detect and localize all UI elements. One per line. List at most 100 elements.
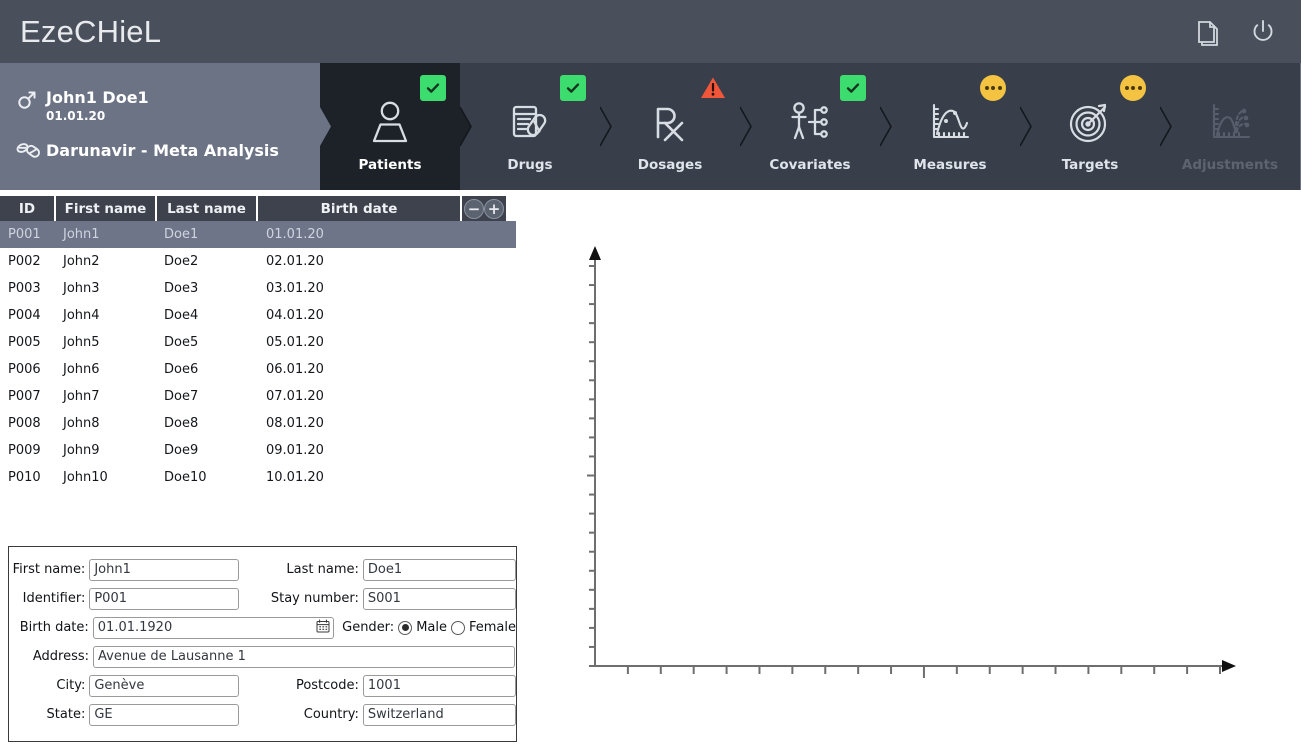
column-header-last-name[interactable]: Last name <box>157 196 258 221</box>
x-axis-arrow <box>1222 660 1236 672</box>
patient-table-actions: − + <box>462 196 506 221</box>
cell-id: P009 <box>8 443 41 458</box>
cell-birth-date: 07.01.20 <box>266 389 324 404</box>
tab-measures[interactable]: Measures <box>880 63 1020 190</box>
status-badge-pending <box>1120 75 1146 101</box>
cell-first-name: John7 <box>63 389 100 404</box>
column-header-id[interactable]: ID <box>0 196 56 221</box>
state-label: State: <box>46 707 86 722</box>
cell-birth-date: 10.01.20 <box>266 470 324 485</box>
calendar-icon[interactable] <box>316 619 330 637</box>
form-row-birth-gender: Birth date: 01.01.1920 Gender: Male Fema… <box>9 613 516 642</box>
tab-label: Covariates <box>769 157 851 173</box>
gender-label: Gender: <box>342 620 395 635</box>
titlebar-actions <box>1191 16 1279 48</box>
copy-icon[interactable] <box>1191 16 1223 48</box>
add-patient-button[interactable]: + <box>484 198 504 219</box>
tab-dosages[interactable]: Dosages <box>600 63 740 190</box>
person-icon <box>361 93 419 151</box>
address-input[interactable]: Avenue de Lausanne 1 <box>93 645 515 668</box>
form-row-names: First name: John1 Last name: Doe1 <box>9 555 516 584</box>
cell-id: P010 <box>8 470 41 485</box>
cell-first-name: John3 <box>63 281 100 296</box>
adjustment-icon <box>1201 93 1259 151</box>
tab-label: Patients <box>358 157 422 173</box>
patient-table-header: ID First name Last name Birth date − + <box>0 196 516 221</box>
cell-birth-date: 03.01.20 <box>266 281 324 296</box>
tab-covariates[interactable]: Covariates <box>740 63 880 190</box>
tab-label: Dosages <box>637 157 703 173</box>
cell-first-name: John4 <box>63 308 100 323</box>
gender-radio-female[interactable] <box>450 620 465 635</box>
tab-drugs[interactable]: Drugs <box>460 63 600 190</box>
remove-patient-button[interactable]: − <box>464 198 484 219</box>
cell-birth-date: 04.01.20 <box>266 308 324 323</box>
cell-id: P005 <box>8 335 41 350</box>
postcode-input[interactable]: 1001 <box>362 674 516 697</box>
table-row[interactable]: P003 John3 Doe3 03.01.20 <box>0 275 516 302</box>
patient-table: ID First name Last name Birth date − + P… <box>0 196 516 491</box>
cell-first-name: John2 <box>63 254 100 269</box>
status-badge-warning <box>700 75 726 101</box>
table-row[interactable]: P007 John7 Doe7 07.01.20 <box>0 383 516 410</box>
column-header-birth-date[interactable]: Birth date <box>258 196 462 221</box>
power-icon[interactable] <box>1247 16 1279 48</box>
form-row-state: State: GE Country: Switzerland <box>9 700 516 729</box>
tab-label: Drugs <box>507 157 553 173</box>
first-name-input[interactable]: John1 <box>89 558 239 581</box>
cell-first-name: John1 <box>63 227 100 242</box>
cell-id: P001 <box>8 227 41 242</box>
gender-group: Gender: Male Female <box>342 620 516 635</box>
postcode-label: Postcode: <box>295 678 359 693</box>
measurement-chart[interactable] <box>560 240 1260 690</box>
cell-first-name: John5 <box>63 335 100 350</box>
target-icon <box>1061 93 1119 151</box>
birth-date-value: 01.01.1920 <box>97 620 173 635</box>
title-bar: EzeCHieL <box>0 0 1301 63</box>
covariate-icon <box>781 93 839 151</box>
identifier-label: Identifier: <box>22 591 86 606</box>
minus-icon: − <box>467 199 481 218</box>
cell-birth-date: 09.01.20 <box>266 443 324 458</box>
last-name-input[interactable]: Doe1 <box>362 558 516 581</box>
identifier-input[interactable]: P001 <box>89 587 239 610</box>
chart-axes <box>594 258 1228 667</box>
ellipsis-icon <box>1124 86 1142 90</box>
table-row[interactable]: P002 John2 Doe2 02.01.20 <box>0 248 516 275</box>
table-row[interactable]: P010 John10 Doe10 10.01.20 <box>0 464 516 491</box>
form-row-ids: Identifier: P001 Stay number: S001 <box>9 584 516 613</box>
column-header-first-name[interactable]: First name <box>56 196 157 221</box>
pills-icon <box>501 93 559 151</box>
table-row[interactable]: P005 John5 Doe5 05.01.20 <box>0 329 516 356</box>
country-input[interactable]: Switzerland <box>362 703 516 726</box>
form-row-city: City: Genève Postcode: 1001 <box>9 671 516 700</box>
cell-last-name: Doe10 <box>164 470 207 485</box>
table-row[interactable]: P004 John4 Doe4 04.01.20 <box>0 302 516 329</box>
table-row[interactable]: P008 John8 Doe8 08.01.20 <box>0 410 516 437</box>
stay-number-input[interactable]: S001 <box>362 587 516 610</box>
city-input[interactable]: Genève <box>89 674 239 697</box>
warning-triangle-icon <box>701 77 725 98</box>
cell-id: P003 <box>8 281 41 296</box>
tab-targets[interactable]: Targets <box>1020 63 1160 190</box>
gender-option-male: Male <box>416 620 447 635</box>
state-input[interactable]: GE <box>89 703 239 726</box>
tab-label: Measures <box>913 157 987 173</box>
cell-birth-date: 08.01.20 <box>266 416 324 431</box>
city-label: City: <box>56 678 86 693</box>
status-badge-ok <box>560 75 586 101</box>
cell-birth-date: 06.01.20 <box>266 362 324 377</box>
table-row[interactable]: P006 John6 Doe6 06.01.20 <box>0 356 516 383</box>
cell-last-name: Doe3 <box>164 281 199 296</box>
tab-patients[interactable]: Patients <box>320 63 460 190</box>
status-badge-pending <box>980 75 1006 101</box>
tab-label: Adjustments <box>1181 157 1279 173</box>
gender-radio-male[interactable] <box>398 620 413 635</box>
table-row[interactable]: P009 John9 Doe9 09.01.20 <box>0 437 516 464</box>
table-row[interactable]: P001 John1 Doe1 01.01.20 <box>0 221 516 248</box>
patient-name: John1 Doe1 <box>46 88 149 107</box>
birth-date-input[interactable]: 01.01.1920 <box>92 616 335 639</box>
status-badge-ok <box>420 75 446 101</box>
cell-birth-date: 01.01.20 <box>266 227 324 242</box>
plus-icon: + <box>487 199 501 218</box>
